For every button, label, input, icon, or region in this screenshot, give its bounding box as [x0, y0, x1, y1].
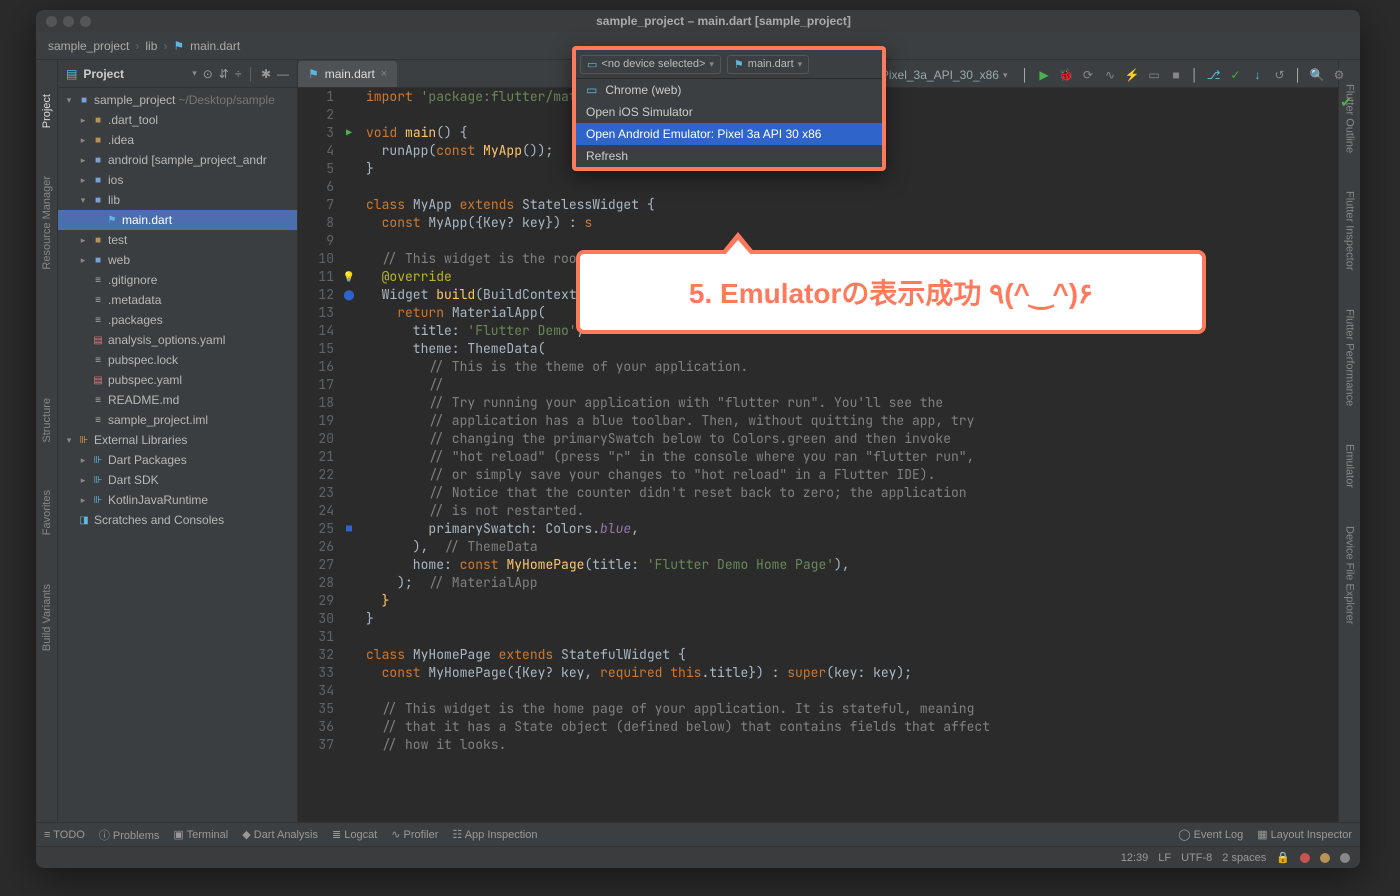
annotation-callout: 5. Emulatorの表示成功 ٩(^‿^)۶ [576, 250, 1206, 334]
line-number-gutter: 1234567891011121314151617181920212223242… [298, 88, 340, 822]
run-icon[interactable]: ▶ [1037, 68, 1051, 82]
status-indent[interactable]: 2 spaces [1222, 852, 1266, 864]
tree-node[interactable]: ▸■ios [58, 170, 297, 190]
tree-node[interactable]: ▤analysis_options.yaml [58, 330, 297, 350]
close-window-icon[interactable] [46, 16, 57, 27]
bottom-tab-logcat[interactable]: ≣ Logcat [332, 828, 377, 841]
project-tree[interactable]: ▾■sample_project ~/Desktop/sample▸■.dart… [58, 88, 297, 822]
hot-reload-icon[interactable]: ⚡ [1125, 68, 1139, 82]
toolbar: ▭ Pixel_3a_API_30_x86 ▾ │ ▶ 🐞 ⟳ ∿ ⚡ ▭ ■ … [860, 60, 1346, 90]
gutter-icons: ▶💡⬤■ [340, 88, 358, 822]
search-icon[interactable]: 🔍 [1310, 68, 1324, 82]
breadcrumb-item[interactable]: lib [145, 39, 157, 53]
titlebar: sample_project – main.dart [sample_proje… [36, 10, 1360, 32]
left-tab-resource-manager[interactable]: Resource Manager [39, 172, 55, 274]
tree-node[interactable]: ▤pubspec.yaml [58, 370, 297, 390]
left-tab-build-variants[interactable]: Build Variants [39, 580, 55, 655]
tree-node[interactable]: ⚑main.dart [58, 210, 297, 230]
warning-indicator-icon[interactable] [1320, 853, 1330, 863]
target-icon[interactable]: ⊙ [203, 67, 213, 81]
bottom-tab-profiler[interactable]: ∿ Profiler [391, 828, 438, 841]
attach-icon[interactable]: ▭ [1147, 68, 1161, 82]
left-tab-favorites[interactable]: Favorites [39, 486, 55, 539]
tree-node[interactable]: ≡.metadata [58, 290, 297, 310]
breadcrumb-item[interactable]: sample_project [48, 39, 129, 53]
tree-node[interactable]: ≡.packages [58, 310, 297, 330]
tree-node[interactable]: ≡sample_project.iml [58, 410, 297, 430]
tree-node[interactable]: ▸⊪Dart SDK [58, 470, 297, 490]
device-selector[interactable]: ▭<no device selected>▾ [580, 55, 721, 74]
left-tab-structure[interactable]: Structure [39, 394, 55, 447]
dropdown-item-ios-simulator[interactable]: Open iOS Simulator [576, 101, 882, 123]
status-line-ending[interactable]: LF [1158, 852, 1171, 864]
tree-node[interactable]: ◨Scratches and Consoles [58, 510, 297, 530]
code-editor[interactable]: import 'package:flutter/materivoid main(… [358, 88, 1338, 822]
bottom-tab-problems[interactable]: ⓘ Problems [99, 827, 160, 843]
dropdown-item-android-emulator[interactable]: Open Android Emulator: Pixel 3a API 30 x… [576, 123, 882, 145]
right-tab-flutter-inspector[interactable]: Flutter Inspector [1342, 187, 1358, 274]
bottom-tab-dart-analysis[interactable]: ◆ Dart Analysis [242, 828, 318, 841]
bottom-tab-app-inspection[interactable]: ☷ App Inspection [452, 828, 537, 841]
window-title: sample_project – main.dart [sample_proje… [97, 14, 1350, 28]
left-tool-rail: Project Resource Manager Structure Favor… [36, 60, 58, 822]
right-tab-device-file-explorer[interactable]: Device File Explorer [1342, 522, 1358, 628]
hide-icon[interactable]: — [277, 67, 289, 81]
project-header: ▤ Project ▾ ⊙ ⇵ ÷ │ ✱ — [58, 60, 297, 88]
tree-node[interactable]: ▸■web [58, 250, 297, 270]
tree-node[interactable]: ▸■test [58, 230, 297, 250]
debug-icon[interactable]: 🐞 [1059, 68, 1073, 82]
right-tool-rail: Flutter Outline Flutter Inspector Flutte… [1338, 60, 1360, 822]
error-indicator-icon[interactable] [1300, 853, 1310, 863]
close-icon[interactable]: × [381, 68, 387, 80]
tree-node[interactable]: ▸■.idea [58, 130, 297, 150]
expand-icon[interactable]: ⇵ [219, 67, 229, 81]
status-time: 12:39 [1121, 852, 1149, 864]
tree-node[interactable]: ≡README.md [58, 390, 297, 410]
bottom-tab-todo[interactable]: ≡ TODO [44, 829, 85, 841]
vcs-icon[interactable]: ⎇ [1207, 68, 1221, 82]
coverage-icon[interactable]: ⟳ [1081, 68, 1095, 82]
bottom-toolbar: ≡ TODO ⓘ Problems ▣ Terminal ◆ Dart Anal… [36, 822, 1360, 846]
tab-label: main.dart [325, 67, 375, 81]
project-label[interactable]: Project [83, 67, 186, 81]
project-sidebar: ▤ Project ▾ ⊙ ⇵ ÷ │ ✱ — ▾■sample_project… [58, 60, 298, 822]
tree-node[interactable]: ≡.gitignore [58, 270, 297, 290]
editor-tab[interactable]: ⚑ main.dart × [298, 61, 397, 87]
lock-icon[interactable]: 🔒 [1276, 851, 1290, 864]
checkmark-icon: ✔ [1340, 94, 1352, 111]
status-bar: 12:39 LF UTF-8 2 spaces 🔒 [36, 846, 1360, 868]
tree-node[interactable]: ▸⊪Dart Packages [58, 450, 297, 470]
right-tab-emulator[interactable]: Emulator [1342, 440, 1358, 492]
breadcrumb-item[interactable]: main.dart [190, 39, 240, 53]
bottom-tab-event-log[interactable]: ◯ Event Log [1178, 828, 1243, 841]
dropdown-item-refresh[interactable]: Refresh [576, 145, 882, 167]
user-indicator-icon[interactable] [1340, 853, 1350, 863]
dropdown-item-chrome[interactable]: ▭Chrome (web) [576, 79, 882, 101]
tree-node[interactable]: ▸■android [sample_project_andr [58, 150, 297, 170]
gear-icon[interactable]: ✱ [261, 67, 271, 81]
settings-icon[interactable]: ⚙ [1332, 68, 1346, 82]
status-encoding[interactable]: UTF-8 [1181, 852, 1212, 864]
right-tab-flutter-performance[interactable]: Flutter Performance [1342, 305, 1358, 410]
tree-node[interactable]: ▾⊪External Libraries [58, 430, 297, 450]
device-selector-dropdown: ▭<no device selected>▾ ⚑main.dart▾ ▭Chro… [572, 46, 886, 171]
stop-icon[interactable]: ■ [1169, 68, 1183, 82]
tree-node[interactable]: ≡pubspec.lock [58, 350, 297, 370]
collapse-icon[interactable]: ÷ [235, 67, 242, 81]
profiler-icon[interactable]: ∿ [1103, 68, 1117, 82]
tree-node[interactable]: ▾■lib [58, 190, 297, 210]
minimize-window-icon[interactable] [63, 16, 74, 27]
update-icon[interactable]: ↓ [1251, 68, 1265, 82]
right-tab-flutter-outline[interactable]: Flutter Outline [1342, 80, 1358, 157]
tree-node[interactable]: ▸■.dart_tool [58, 110, 297, 130]
bottom-tab-terminal[interactable]: ▣ Terminal [173, 828, 228, 841]
left-tab-project[interactable]: Project [39, 90, 55, 132]
maximize-window-icon[interactable] [80, 16, 91, 27]
history-icon[interactable]: ↺ [1273, 68, 1287, 82]
tree-node[interactable]: ▾■sample_project ~/Desktop/sample [58, 90, 297, 110]
tree-node[interactable]: ▸⊪KotlinJavaRuntime [58, 490, 297, 510]
bottom-tab-layout-inspector[interactable]: ▦ Layout Inspector [1257, 828, 1352, 841]
commit-icon[interactable]: ✓ [1229, 68, 1243, 82]
run-config-selector[interactable]: ⚑main.dart▾ [727, 55, 809, 74]
